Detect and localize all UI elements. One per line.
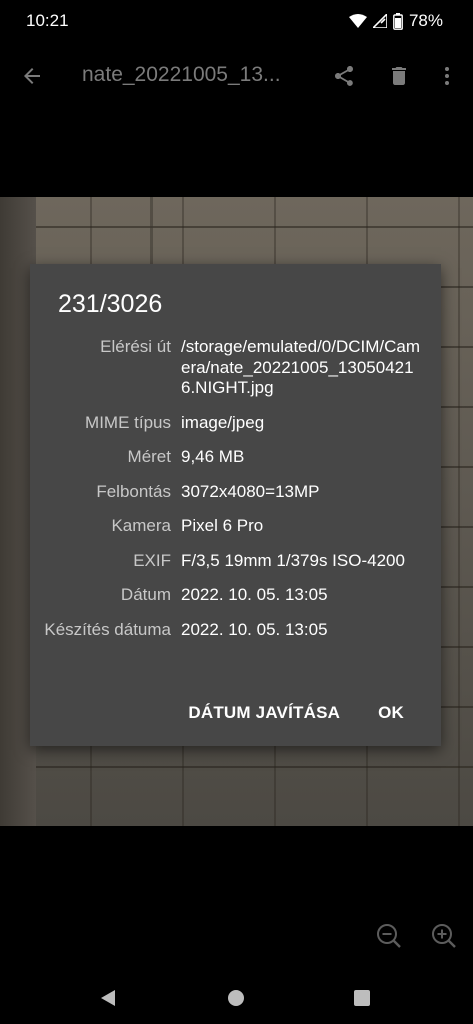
detail-value: 2022. 10. 05. 13:05: [181, 619, 328, 639]
detail-row-mime: MIME típus image/jpeg: [30, 413, 441, 434]
detail-row-date-taken: Készítés dátuma 2022. 10. 05. 13:05: [30, 620, 441, 641]
detail-label: Méret: [127, 447, 171, 466]
status-bar: 10:21 78%: [0, 0, 473, 42]
delete-button[interactable]: [383, 60, 415, 92]
photo-detail: [150, 197, 273, 270]
signal-icon: [372, 14, 387, 28]
detail-row-camera: Kamera Pixel 6 Pro: [30, 516, 441, 537]
detail-row-size: Méret 9,46 MB: [30, 447, 441, 468]
detail-label: Kamera: [111, 516, 171, 535]
detail-row-resolution: Felbontás 3072x4080=13MP: [30, 482, 441, 503]
detail-value: 2022. 10. 05. 13:05: [181, 585, 328, 604]
details-list: Elérési út /storage/emulated/0/DCIM/Came…: [30, 337, 441, 654]
wifi-icon: [348, 14, 367, 28]
fix-date-button[interactable]: DÁTUM JAVÍTÁSA: [188, 703, 340, 723]
detail-row-date: Dátum 2022. 10. 05. 13:05: [30, 585, 441, 606]
detail-label: Dátum: [120, 585, 171, 604]
dialog-actions: DÁTUM JAVÍTÁSA OK: [188, 703, 404, 723]
detail-value: F/3,5 19mm 1/379s ISO-4200: [181, 550, 405, 570]
detail-row-exif: EXIF F/3,5 19mm 1/379s ISO-4200: [30, 551, 441, 572]
details-dialog: 231/3026 Elérési út /storage/emulated/0/…: [30, 264, 441, 746]
detail-row-path: Elérési út /storage/emulated/0/DCIM/Came…: [30, 337, 441, 399]
nav-recents-button[interactable]: [350, 986, 374, 1010]
more-vert-icon: [445, 67, 449, 85]
detail-label: Készítés dátuma: [44, 619, 171, 639]
nav-back-icon: [101, 990, 115, 1006]
zoom-in-button[interactable]: [428, 920, 460, 952]
nav-back-button[interactable]: [96, 986, 120, 1010]
top-toolbar: nate_20221005_13...: [0, 48, 473, 104]
share-icon: [335, 66, 353, 86]
nav-home-button[interactable]: [224, 986, 248, 1010]
nav-recents-icon: [354, 990, 370, 1006]
detail-value: 3072x4080=13MP: [181, 481, 320, 501]
system-nav-bar: [0, 970, 473, 1024]
dialog-title: 231/3026: [58, 290, 163, 318]
detail-label: EXIF: [133, 550, 171, 570]
zoom-in-icon: [432, 924, 456, 948]
battery-percent: 78%: [408, 11, 443, 30]
detail-value: image/jpeg: [181, 412, 265, 432]
detail-label: MIME típus: [85, 412, 171, 432]
back-button[interactable]: [16, 60, 48, 92]
share-button[interactable]: [328, 60, 360, 92]
zoom-out-button[interactable]: [373, 920, 405, 952]
ok-button[interactable]: OK: [378, 703, 404, 723]
status-icons: 78%: [348, 11, 443, 31]
detail-value: 9,46 MB: [181, 447, 245, 466]
detail-label: Felbontás: [96, 481, 171, 501]
file-title: nate_20221005_13...: [82, 63, 281, 86]
nav-home-icon: [228, 990, 244, 1006]
trash-icon: [392, 67, 406, 85]
more-options-button[interactable]: [431, 60, 463, 92]
battery-icon: [393, 12, 403, 30]
detail-value: /storage/emulated/0/DCIM/Camera/nate_202…: [181, 337, 421, 397]
back-arrow-icon: [24, 68, 40, 84]
status-time: 10:21: [26, 11, 69, 30]
detail-value: Pixel 6 Pro: [181, 516, 264, 535]
zoom-out-icon: [377, 924, 401, 948]
detail-label: Elérési út: [100, 337, 171, 356]
